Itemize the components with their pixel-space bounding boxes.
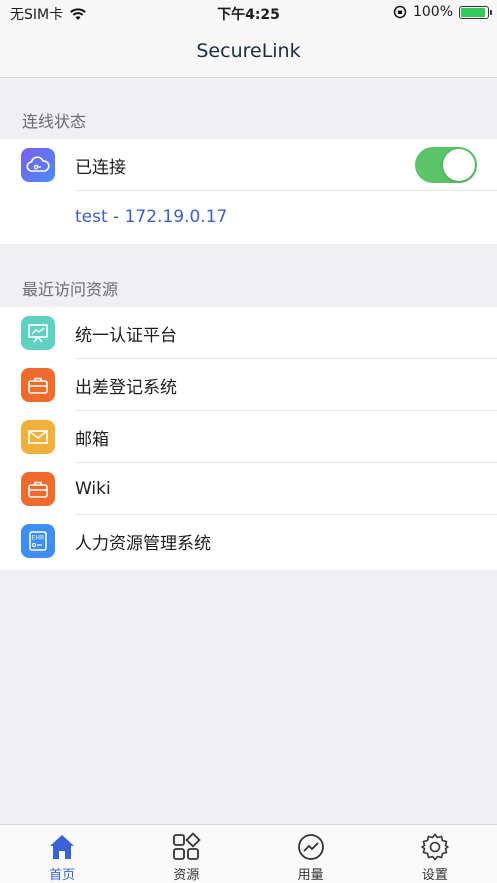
tab-label: 资源	[173, 868, 200, 883]
resource-item-wiki[interactable]: Wiki	[0, 463, 497, 515]
status-bar: 无SIM卡 下午4:25 100%	[0, 0, 497, 26]
cloud-icon	[21, 148, 55, 182]
presentation-icon	[21, 316, 55, 350]
resource-item-mail[interactable]: 邮箱	[0, 411, 497, 463]
gear-icon	[421, 833, 449, 861]
tab-label: 设置	[421, 868, 448, 883]
toggle-knob	[443, 149, 475, 181]
tab-usage[interactable]: 用量	[249, 825, 373, 883]
home-icon	[50, 835, 75, 859]
chart-icon	[297, 834, 324, 860]
resource-label: 出差登记系统	[75, 377, 177, 398]
ehr-icon: EHR	[21, 524, 55, 558]
connection-detail: test - 172.19.0.17	[75, 207, 228, 227]
tab-settings[interactable]: 设置	[373, 825, 497, 883]
resource-label: 人力资源管理系统	[75, 533, 211, 554]
mail-icon	[21, 420, 55, 454]
connection-detail-row[interactable]: test - 172.19.0.17	[0, 191, 497, 243]
recent-resources-list: 统一认证平台 出差登记系统 邮箱 Wiki EHR 人力资源管理系统	[0, 307, 497, 570]
connection-status-label: 已连接	[75, 157, 126, 178]
resource-item-auth-platform[interactable]: 统一认证平台	[0, 307, 497, 359]
tab-home[interactable]: 首页	[0, 825, 124, 883]
briefcase-icon	[21, 368, 55, 402]
tab-bar: 首页 资源 用量 设置	[0, 824, 497, 883]
connection-group: 已连接 test - 172.19.0.17	[0, 139, 497, 244]
nav-bar: SecureLink	[0, 26, 497, 78]
resource-label: Wiki	[75, 479, 111, 499]
resource-item-travel-system[interactable]: 出差登记系统	[0, 359, 497, 411]
connection-status-row: 已连接	[0, 139, 497, 191]
battery-icon	[459, 5, 492, 19]
briefcase-icon	[21, 472, 55, 506]
tab-label: 首页	[49, 868, 76, 883]
svg-text:EHR: EHR	[32, 535, 44, 542]
resource-label: 统一认证平台	[75, 325, 177, 346]
orientation-lock-icon	[393, 5, 407, 19]
connection-section-title: 连线状态	[22, 112, 87, 131]
vpn-toggle[interactable]	[415, 147, 477, 183]
tab-label: 用量	[297, 868, 324, 883]
page-title: SecureLink	[196, 40, 301, 62]
resource-label: 邮箱	[75, 429, 109, 450]
battery-percent: 100%	[412, 4, 453, 20]
tab-resources[interactable]: 资源	[124, 825, 248, 883]
resource-item-hr-system[interactable]: EHR 人力资源管理系统	[0, 515, 497, 567]
recent-section-title: 最近访问资源	[22, 280, 119, 299]
grid-icon	[173, 832, 202, 860]
